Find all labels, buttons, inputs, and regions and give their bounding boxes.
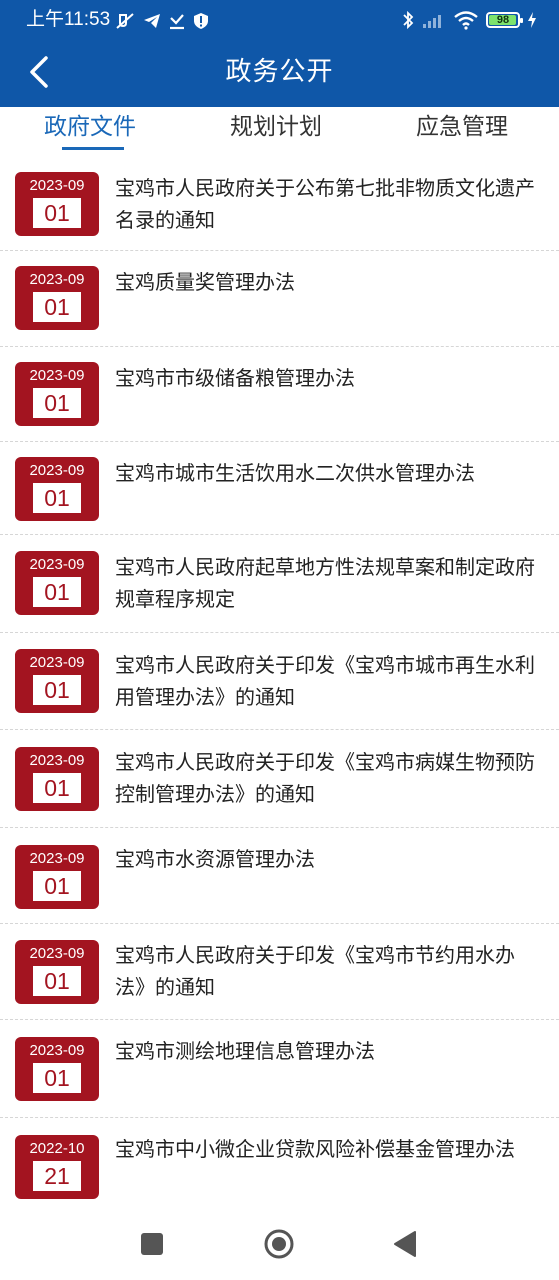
recent-apps-button[interactable]: [134, 1226, 170, 1262]
date-year-month: 2023-09: [29, 850, 85, 867]
app-header: 上午11:53 98 政务公开: [0, 0, 559, 107]
date-day: 01: [44, 677, 70, 703]
date-year-month: 2023-09: [29, 177, 85, 194]
list-item[interactable]: 2023-09 01 宝鸡市测绘地理信息管理办法: [0, 1020, 559, 1118]
date-day: 01: [44, 485, 70, 511]
square-icon: [141, 1233, 163, 1255]
mute-icon: [116, 13, 134, 29]
status-bar: 上午11:53 98: [0, 0, 559, 40]
charging-icon: [528, 12, 536, 28]
item-title: 宝鸡市城市生活饮用水二次供水管理办法: [115, 461, 475, 485]
status-time: 上午11:53: [26, 9, 111, 30]
list-item[interactable]: 2023-09 01 宝鸡市人民政府起草地方性法规草案和制定政府规章程序规定: [0, 535, 559, 633]
date-year-month: 2023-09: [29, 367, 85, 384]
date-badge: 2023-09 01: [15, 362, 99, 426]
battery-level: 98: [496, 14, 510, 26]
home-button[interactable]: [261, 1226, 297, 1262]
date-day: 01: [44, 775, 70, 801]
status-right-icons: 98: [401, 9, 537, 31]
date-year-month: 2023-09: [29, 654, 85, 671]
shield-alert-icon: [194, 13, 208, 29]
item-title: 宝鸡市测绘地理信息管理办法: [115, 1039, 375, 1063]
date-day: 01: [44, 1065, 70, 1091]
date-badge: 2022-10 21: [15, 1135, 99, 1199]
tab-emergency-management[interactable]: 应急管理: [416, 112, 508, 142]
item-title: 宝鸡市人民政府关于印发《宝鸡市节约用水办法》的通知: [115, 943, 515, 999]
item-title: 宝鸡市人民政府关于印发《宝鸡市病媒生物预防控制管理办法》的通知: [115, 750, 535, 806]
circle-icon: [264, 1229, 294, 1259]
date-badge: 2023-09 01: [15, 172, 99, 236]
tab-bar: 政府文件 规划计划 应急管理: [0, 107, 559, 155]
bluetooth-icon: [403, 10, 414, 30]
date-day: 01: [44, 390, 70, 416]
date-day: 01: [44, 873, 70, 899]
battery-icon: 98: [486, 12, 523, 28]
list-item[interactable]: 2023-09 01 宝鸡市市级储备粮管理办法: [0, 347, 559, 442]
signal-icon: [423, 15, 441, 28]
page-title: 政务公开: [225, 57, 334, 87]
system-navigation-bar: [0, 1208, 559, 1280]
date-day: 01: [44, 579, 70, 605]
triangle-left-icon: [394, 1231, 416, 1257]
list-item[interactable]: 2022-10 21 宝鸡市中小微企业贷款风险补偿基金管理办法: [0, 1118, 559, 1208]
list-item[interactable]: 2023-09 01 宝鸡市人民政府关于印发《宝鸡市病媒生物预防控制管理办法》的…: [0, 730, 559, 828]
date-badge: 2023-09 01: [15, 845, 99, 909]
date-year-month: 2023-09: [29, 462, 85, 479]
item-title: 宝鸡市人民政府起草地方性法规草案和制定政府规章程序规定: [115, 555, 535, 611]
date-badge: 2023-09 01: [15, 1037, 99, 1101]
date-year-month: 2022-10: [29, 1140, 85, 1157]
active-tab-indicator: [62, 147, 124, 150]
tab-government-documents[interactable]: 政府文件: [44, 112, 136, 142]
date-badge: 2023-09 01: [15, 747, 99, 811]
download-done-icon: [170, 14, 184, 30]
date-day: 01: [44, 200, 70, 226]
date-badge: 2023-09 01: [15, 266, 99, 330]
date-badge: 2023-09 01: [15, 457, 99, 521]
date-year-month: 2023-09: [29, 945, 85, 962]
tab-planning[interactable]: 规划计划: [230, 112, 322, 142]
list-item[interactable]: 2023-09 01 宝鸡市城市生活饮用水二次供水管理办法: [0, 442, 559, 535]
date-day: 01: [44, 294, 70, 320]
list-item[interactable]: 2023-09 01 宝鸡市人民政府关于印发《宝鸡市节约用水办法》的通知: [0, 924, 559, 1020]
item-title: 宝鸡市人民政府关于公布第七批非物质文化遗产名录的通知: [115, 176, 535, 232]
item-title: 宝鸡市中小微企业贷款风险补偿基金管理办法: [115, 1137, 515, 1161]
list-item[interactable]: 2023-09 01 宝鸡质量奖管理办法: [0, 251, 559, 347]
item-title: 宝鸡市水资源管理办法: [115, 847, 315, 871]
list-item[interactable]: 2023-09 01 宝鸡市人民政府关于印发《宝鸡市城市再生水利用管理办法》的通…: [0, 633, 559, 730]
date-year-month: 2023-09: [29, 271, 85, 288]
date-badge: 2023-09 01: [15, 940, 99, 1004]
date-badge: 2023-09 01: [15, 551, 99, 615]
item-title: 宝鸡市市级储备粮管理办法: [115, 366, 355, 390]
title-bar: 政务公开: [0, 40, 559, 107]
date-year-month: 2023-09: [29, 556, 85, 573]
date-badge: 2023-09 01: [15, 649, 99, 713]
item-title: 宝鸡质量奖管理办法: [115, 270, 295, 294]
wifi-icon: [454, 11, 478, 30]
back-nav-button[interactable]: [388, 1226, 424, 1262]
item-title: 宝鸡市人民政府关于印发《宝鸡市城市再生水利用管理办法》的通知: [115, 653, 535, 709]
date-day: 01: [44, 968, 70, 994]
date-year-month: 2023-09: [29, 752, 85, 769]
list-item[interactable]: 2023-09 01 宝鸡市水资源管理办法: [0, 828, 559, 924]
telegram-icon: [144, 14, 160, 28]
status-left-icons: [115, 10, 209, 32]
list-item[interactable]: 2023-09 01 宝鸡市人民政府关于公布第七批非物质文化遗产名录的通知: [0, 155, 559, 251]
date-year-month: 2023-09: [29, 1042, 85, 1059]
date-day: 21: [44, 1163, 70, 1189]
